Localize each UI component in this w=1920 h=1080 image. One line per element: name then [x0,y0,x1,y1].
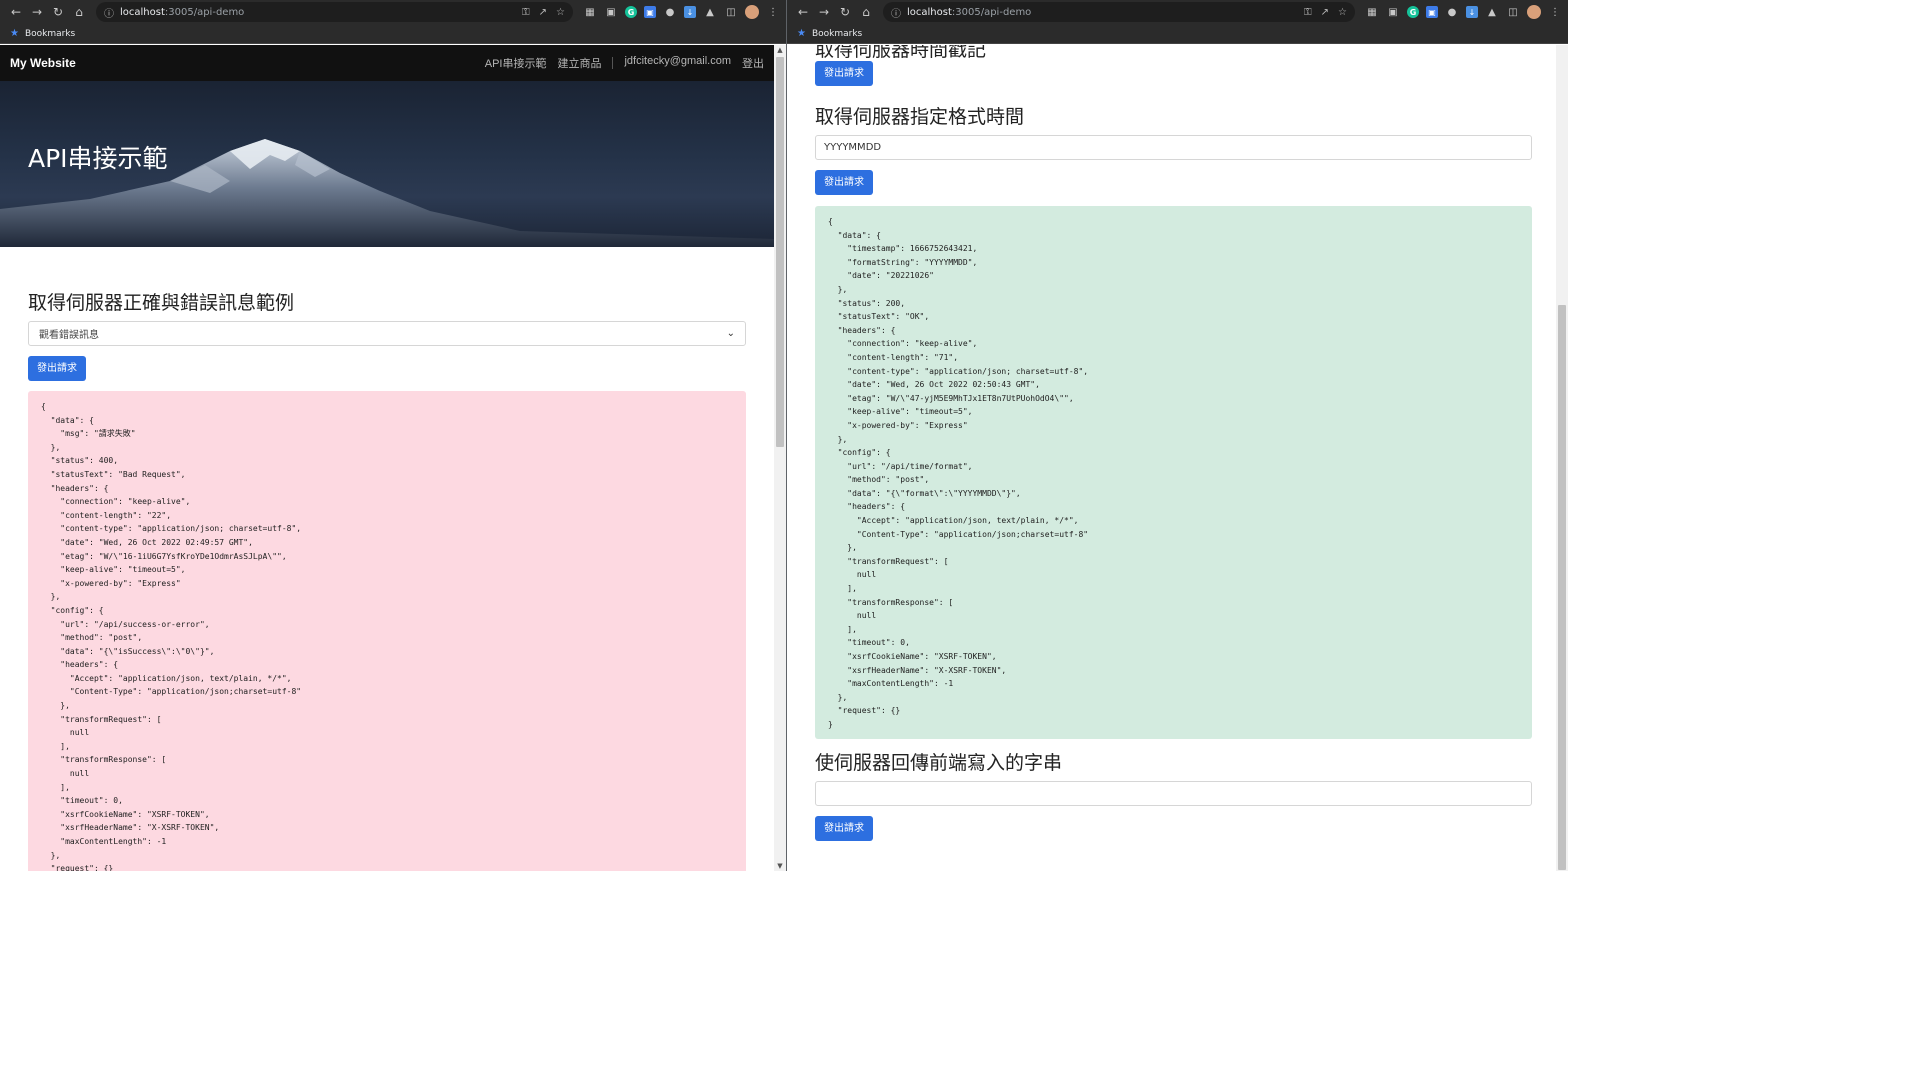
send-request-button[interactable]: 發出請求 [815,816,873,841]
section-title-echo-string: 使伺服器回傳前端寫入的字串 [815,752,1063,774]
extension-icon[interactable]: ● [1445,5,1459,19]
chevron-down-icon: ⌄ [726,328,735,339]
scroll-up-arrow-icon[interactable]: ▲ [774,45,786,55]
profile-avatar[interactable] [745,5,759,19]
sidepanel-icon[interactable]: ◫ [1506,5,1520,19]
star-icon: ★ [10,28,19,39]
grammarly-icon[interactable]: G [625,6,637,18]
site-info-icon[interactable]: ⓘ [891,5,901,20]
format-string-input[interactable]: YYYYMMDD [815,135,1532,160]
forward-icon[interactable]: → [27,2,47,22]
menu-kebab-icon[interactable]: ⋮ [766,5,780,19]
format-response-output: { "data": { "timestamp": 1666752643421, … [815,206,1532,739]
section-title-timestamp: 取得伺服器時間戳記 [815,45,987,61]
forward-icon[interactable]: → [814,2,834,22]
profile-avatar[interactable] [1527,5,1541,19]
extension-icon[interactable]: ● [663,5,677,19]
vertical-scrollbar[interactable]: ▲ ▼ [774,45,786,871]
bookmark-star-icon[interactable]: ☆ [1338,7,1347,18]
url-host: localhost [907,6,952,18]
browser-window-right: ← → ↻ ⌂ ⓘ localhost:3005/api-demo ⚿ ↗ ☆ … [787,0,1568,871]
scrollbar-thumb[interactable] [1558,305,1566,870]
page-viewport: 取得伺服器時間戳記 發出請求 取得伺服器指定格式時間 YYYYMMDD 發出請求… [787,45,1556,871]
browser-window-left: ← → ↻ ⌂ ⓘ localhost:3005/api-demo ⚿ ↗ ☆ … [0,0,786,871]
send-request-button[interactable]: 發出請求 [815,170,873,195]
main-content: 取得伺服器正確與錯誤訊息範例 觀看錯誤訊息 ⌄ 發出請求 { "data": {… [0,288,774,871]
translate-icon[interactable]: ▣ [1426,6,1438,18]
address-bar[interactable]: ⓘ localhost:3005/api-demo ⚿ ↗ ☆ [883,2,1355,22]
translate-icon[interactable]: ▣ [644,6,656,18]
vertical-scrollbar[interactable] [1556,45,1568,871]
share-icon[interactable]: ↗ [1321,7,1329,18]
send-request-button[interactable]: 發出請求 [28,356,86,381]
reload-icon[interactable]: ↻ [48,2,68,22]
scrollbar-thumb[interactable] [776,57,784,447]
menu-kebab-icon[interactable]: ⋮ [1548,5,1562,19]
puzzle-icon[interactable]: ▲ [1485,5,1499,19]
home-icon[interactable]: ⌂ [856,2,876,22]
url-host: localhost [120,6,165,18]
download-icon[interactable]: ↓ [1466,6,1478,18]
reload-icon[interactable]: ↻ [835,2,855,22]
url-path: :3005/api-demo [164,6,245,18]
extension-icon[interactable]: ▣ [604,5,618,19]
browser-toolbar: ← → ↻ ⌂ ⓘ localhost:3005/api-demo ⚿ ↗ ☆ … [0,0,786,24]
download-icon[interactable]: ↓ [684,6,696,18]
sidepanel-icon[interactable]: ◫ [724,5,738,19]
back-icon[interactable]: ← [793,2,813,22]
bookmarks-folder[interactable]: Bookmarks [25,29,75,39]
bookmarks-bar: ★ Bookmarks [787,24,1568,44]
extension-icon[interactable]: ▦ [583,5,597,19]
nav-api-demo[interactable]: API串接示範 [485,55,547,71]
puzzle-icon[interactable]: ▲ [703,5,717,19]
site-brand[interactable]: My Website [10,56,76,70]
format-input-value: YYYYMMDD [824,142,882,153]
nav-user-email[interactable]: jdfcitecky@gmail.com [624,55,731,71]
site-info-icon[interactable]: ⓘ [104,5,114,20]
bookmark-star-icon[interactable]: ☆ [556,7,565,18]
bookmarks-bar: ★ Bookmarks [0,24,786,44]
grammarly-icon[interactable]: G [1407,6,1419,18]
nav-divider [612,57,614,69]
star-icon: ★ [797,28,806,39]
page-viewport: My Website API串接示範 建立商品 jdfcitecky@gmail… [0,45,774,871]
back-icon[interactable]: ← [6,2,26,22]
address-bar[interactable]: ⓘ localhost:3005/api-demo ⚿ ↗ ☆ [96,2,573,22]
nav-logout[interactable]: 登出 [742,55,764,71]
nav-create-product[interactable]: 建立商品 [557,55,601,71]
home-icon[interactable]: ⌂ [69,2,89,22]
select-value: 觀看錯誤訊息 [39,330,99,341]
error-response-output: { "data": { "msg": "請求失敗" }, "status": 4… [28,391,746,871]
extension-icon[interactable]: ▣ [1386,5,1400,19]
section-title-success-error: 取得伺服器正確與錯誤訊息範例 [28,292,295,314]
share-icon[interactable]: ↗ [539,7,547,18]
send-request-button[interactable]: 發出請求 [815,61,873,86]
browser-toolbar: ← → ↻ ⌂ ⓘ localhost:3005/api-demo ⚿ ↗ ☆ … [787,0,1568,24]
scroll-down-arrow-icon[interactable]: ▼ [774,861,786,871]
section-title-format-time: 取得伺服器指定格式時間 [815,106,1025,128]
url-path: :3005/api-demo [951,6,1032,18]
key-icon[interactable]: ⚿ [1304,7,1312,18]
bookmarks-folder[interactable]: Bookmarks [812,29,862,39]
hero-title: API串接示範 [28,144,168,173]
echo-string-input[interactable] [815,781,1532,806]
hero-banner: API串接示範 [0,81,774,247]
extension-icon[interactable]: ▦ [1365,5,1379,19]
error-mode-select[interactable]: 觀看錯誤訊息 ⌄ [28,321,746,346]
site-navbar: My Website API串接示範 建立商品 jdfcitecky@gmail… [0,45,774,81]
key-icon[interactable]: ⚿ [522,7,530,18]
